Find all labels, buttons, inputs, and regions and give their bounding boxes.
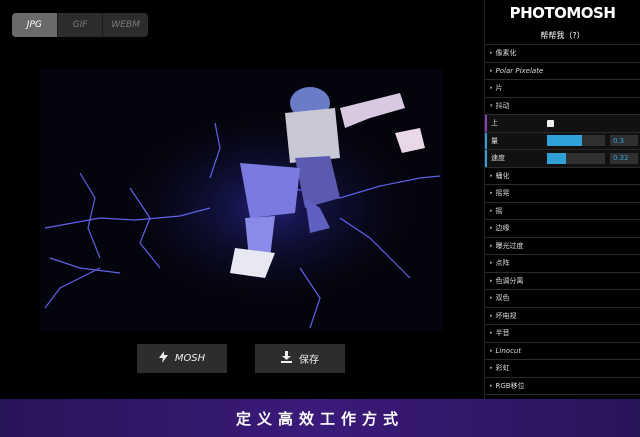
save-button[interactable]: 保存 bbox=[255, 344, 345, 373]
folder-label: 抖动 bbox=[495, 101, 510, 110]
shake-up-control: 上 bbox=[485, 115, 640, 133]
chevron-right-icon: ▸ bbox=[490, 277, 493, 284]
chevron-right-icon: ▸ bbox=[490, 225, 493, 232]
chevron-right-icon: ▸ bbox=[490, 67, 493, 74]
chevron-right-icon: ▸ bbox=[490, 312, 493, 319]
folder-item[interactable]: ▸ 半音 bbox=[485, 325, 640, 343]
folder-label: 半音 bbox=[495, 329, 510, 338]
download-icon bbox=[281, 351, 292, 366]
shake-amount-slider[interactable] bbox=[547, 135, 605, 147]
folder-label: 双色 bbox=[495, 294, 510, 303]
chevron-right-icon: ▸ bbox=[490, 190, 493, 197]
save-label: 保存 bbox=[299, 355, 319, 366]
folder-item[interactable]: ▸ 摇 bbox=[485, 203, 640, 220]
folder-label: 像素化 bbox=[495, 49, 517, 58]
folder-label: 曝光过度 bbox=[495, 241, 524, 250]
folder-item[interactable]: ▸ 边缘 bbox=[485, 220, 640, 238]
folder-polar-pixelate[interactable]: ▸ Polar Pixelate bbox=[485, 63, 640, 80]
mosh-button[interactable]: MOSH bbox=[137, 344, 227, 373]
chevron-right-icon: ▸ bbox=[490, 365, 493, 372]
lightning-icon bbox=[158, 351, 168, 366]
image-canvas bbox=[40, 68, 443, 332]
folder-item[interactable]: ▸ Linocut bbox=[485, 343, 640, 360]
shake-speed-label: 速度 bbox=[491, 154, 505, 163]
folder-label: 彩虹 bbox=[495, 364, 510, 373]
folder-label: 片 bbox=[495, 84, 503, 93]
folder-item[interactable]: ▸ 坏电视 bbox=[485, 308, 640, 325]
promo-banner: 定义高效工作方式 bbox=[0, 399, 640, 437]
folder-item[interactable]: ▸ 摇晃 bbox=[485, 185, 640, 203]
folder-label: Linocut bbox=[495, 346, 522, 355]
moshed-image bbox=[40, 68, 443, 332]
folder-pixelate[interactable]: ▸ 像素化 bbox=[485, 45, 640, 63]
control-accent bbox=[485, 115, 487, 132]
folder-item[interactable]: ▸ 双色 bbox=[485, 290, 640, 308]
folder-label: 色调分离 bbox=[495, 276, 524, 285]
chevron-right-icon: ▸ bbox=[490, 295, 493, 302]
folder-label: RGB移位 bbox=[495, 381, 525, 390]
chevron-right-icon: ▸ bbox=[490, 330, 493, 337]
chevron-right-icon: ▸ bbox=[490, 242, 493, 249]
folder-label: 点阵 bbox=[495, 259, 510, 268]
folder-list: ▸ 蛹化 ▸ 摇晃 ▸ 摇 ▸ 边缘 ▸ 曝光过度 ▸ 点阵 ▸ 色调分离 ▸ 双色 ▸ 坏电视 ▸ 半音 ▸ Linoc… bbox=[485, 168, 640, 395]
slider-fill bbox=[547, 152, 566, 164]
chevron-right-icon: ▸ bbox=[490, 85, 493, 92]
app-logo: PHOTOMOSH bbox=[509, 4, 616, 22]
folder-label: 摇晃 bbox=[495, 189, 510, 198]
folder-slice[interactable]: ▸ 片 bbox=[485, 80, 640, 98]
folder-shake[interactable]: ▾ 抖动 bbox=[485, 98, 640, 115]
tab-webm[interactable]: WEBM bbox=[102, 13, 148, 37]
chevron-down-icon: ▾ bbox=[490, 102, 493, 109]
effects-panel: PHOTOMOSH 帮帮我（?） ▸ 像素化 ▸ Polar Pixelate ▸ 片… bbox=[484, 0, 640, 399]
chevron-right-icon: ▸ bbox=[490, 347, 493, 354]
tab-gif[interactable]: GIF bbox=[56, 13, 103, 37]
shake-speed-control: 速度 0.32 bbox=[485, 150, 640, 168]
format-tabs: JPG GIF WEBM bbox=[12, 13, 148, 37]
folder-label: 摇 bbox=[495, 206, 503, 215]
shake-speed-value[interactable]: 0.32 bbox=[610, 152, 638, 164]
control-accent bbox=[485, 132, 487, 149]
folder-label: 蛹化 bbox=[495, 171, 510, 180]
chevron-right-icon: ▸ bbox=[490, 382, 493, 389]
folder-label: Polar Pixelate bbox=[495, 66, 544, 75]
slider-fill bbox=[547, 135, 582, 147]
chevron-right-icon: ▸ bbox=[490, 207, 493, 214]
shake-up-label: 上 bbox=[491, 119, 498, 128]
control-accent bbox=[485, 150, 487, 167]
folder-label: 坏电视 bbox=[495, 311, 517, 320]
folder-item[interactable]: ▸ 色调分离 bbox=[485, 273, 640, 290]
chevron-right-icon: ▸ bbox=[490, 260, 493, 267]
folder-item[interactable]: ▸ 彩虹 bbox=[485, 360, 640, 378]
banner-text: 定义高效工作方式 bbox=[235, 409, 404, 428]
help-link[interactable]: 帮帮我（?） bbox=[485, 26, 640, 45]
tab-jpg[interactable]: JPG bbox=[12, 13, 57, 37]
shake-speed-slider[interactable] bbox=[547, 152, 605, 164]
folder-item[interactable]: ▸ RGB移位 bbox=[485, 378, 640, 395]
shake-amount-label: 量 bbox=[491, 136, 498, 145]
chevron-right-icon: ▸ bbox=[490, 172, 493, 179]
shake-amount-value[interactable]: 0.3 bbox=[610, 135, 638, 147]
folder-item[interactable]: ▸ 点阵 bbox=[485, 255, 640, 273]
folder-label: 边缘 bbox=[495, 224, 510, 233]
folder-item[interactable]: ▸ 蛹化 bbox=[485, 168, 640, 185]
shake-up-checkbox[interactable] bbox=[547, 119, 554, 127]
folder-item[interactable]: ▸ 曝光过度 bbox=[485, 238, 640, 255]
chevron-right-icon: ▸ bbox=[490, 50, 493, 57]
mosh-label: MOSH bbox=[174, 353, 206, 364]
shake-amount-control: 量 0.3 bbox=[485, 132, 640, 150]
